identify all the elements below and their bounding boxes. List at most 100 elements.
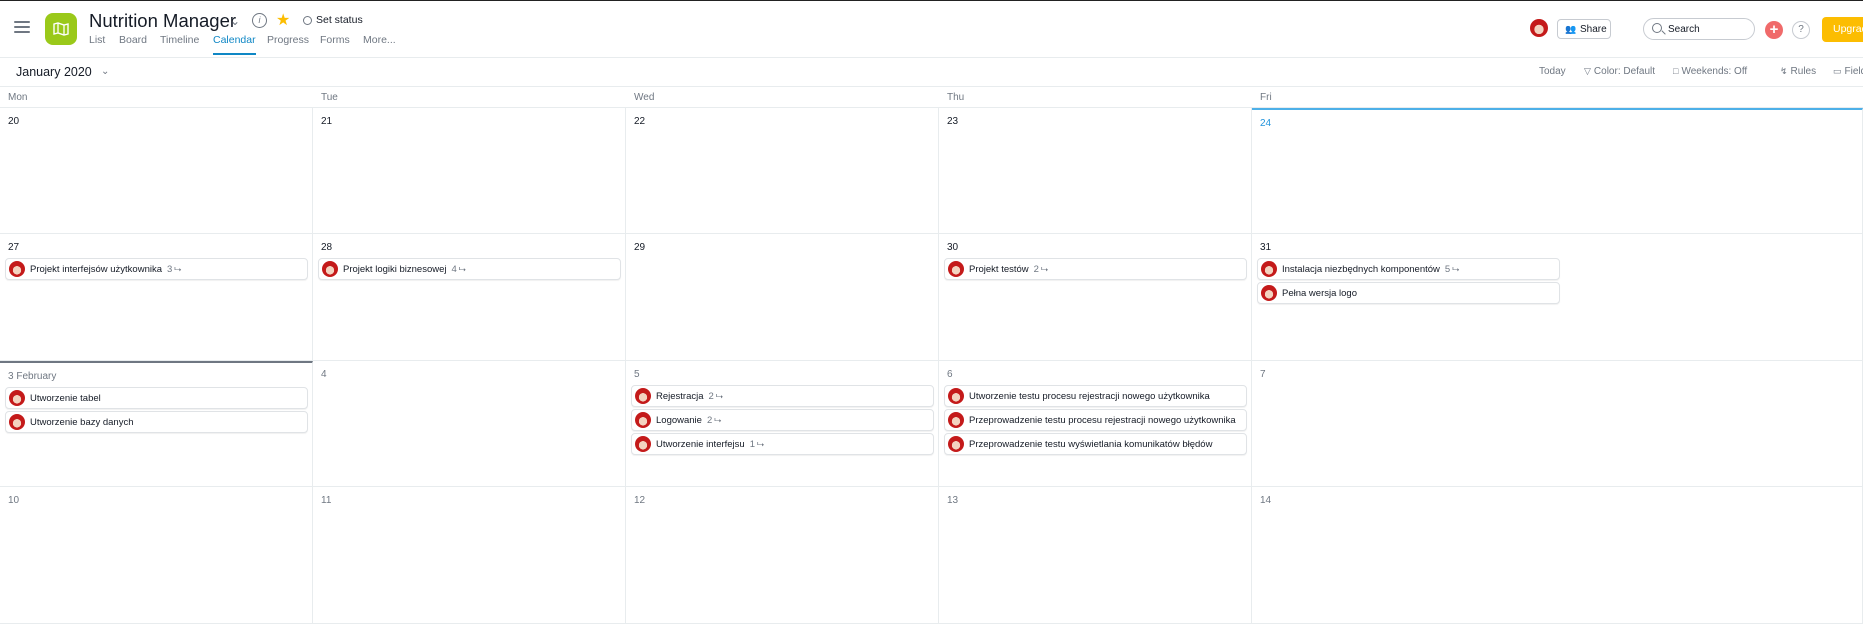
calendar-day-cell[interactable]: 24	[1252, 108, 1863, 234]
day-number: 31	[1260, 242, 1272, 253]
task-name: Utworzenie tabel	[30, 393, 101, 404]
calendar-day-cell[interactable]: 31 Instalacja niezbędnych komponentów 5 ⮡ Pe…	[1252, 234, 1863, 361]
avatar[interactable]	[948, 261, 964, 277]
task-card[interactable]: Pełna wersja logo	[1257, 282, 1560, 304]
avatar[interactable]	[1261, 285, 1277, 301]
hamburger-icon[interactable]	[14, 21, 30, 33]
avatar[interactable]	[9, 261, 25, 277]
task-card[interactable]: Projekt testów 2 ⮡	[944, 258, 1247, 280]
calendar-day-cell[interactable]: 30 Projekt testów 2 ⮡	[939, 234, 1252, 361]
calendar-day-cell[interactable]: 6 Utworzenie testu procesu rejestracji no…	[939, 361, 1252, 487]
tab-forms[interactable]: Forms	[320, 34, 350, 54]
calendar-day-cell[interactable]: 3 February Utworzenie tabel Utworzenie baz…	[0, 361, 313, 487]
avatar[interactable]	[1261, 261, 1277, 277]
map-icon	[53, 22, 69, 36]
day-number: 7	[1260, 369, 1266, 380]
task-card[interactable]: Utworzenie bazy danych	[5, 411, 308, 433]
task-card[interactable]: Utworzenie testu procesu rejestracji now…	[944, 385, 1247, 407]
task-card[interactable]: Utworzenie interfejsu 1 ⮡	[631, 433, 934, 455]
task-card[interactable]: Przeprowadzenie testu procesu rejestracj…	[944, 409, 1247, 431]
task-title: Utworzenie tabel	[30, 393, 101, 404]
upgrade-button[interactable]: Upgrade	[1822, 17, 1863, 42]
calendar-day-cell[interactable]: 4	[313, 361, 626, 487]
day-number: 20	[8, 116, 20, 127]
calendar-day-cell[interactable]: 14	[1252, 487, 1863, 624]
tab-calendar[interactable]: Calendar	[213, 34, 256, 55]
task-card[interactable]: Przeprowadzenie testu wyświetlania komun…	[944, 433, 1247, 455]
info-icon[interactable]: i	[252, 13, 267, 28]
calendar-day-cell[interactable]: 29	[626, 234, 939, 361]
avatar[interactable]	[948, 412, 964, 428]
task-title: Utworzenie bazy danych	[30, 417, 134, 428]
set-status-link[interactable]: Set status	[316, 14, 363, 26]
avatar[interactable]	[635, 436, 651, 452]
calendar-day-cell[interactable]: 23	[939, 108, 1252, 234]
rules-button[interactable]: ↯ Rules	[1780, 66, 1816, 77]
day-header-label: Wed	[634, 92, 655, 103]
calendar-day-cell[interactable]: 22	[626, 108, 939, 234]
chevron-down-icon[interactable]: ⌄	[101, 66, 109, 77]
avatar[interactable]	[1530, 19, 1548, 37]
search-box[interactable]	[1643, 18, 1755, 40]
subtask-count-value: 1	[749, 439, 756, 450]
calendar-day-cell[interactable]: 11	[313, 487, 626, 624]
day-number: 14	[1260, 495, 1272, 506]
avatar[interactable]	[9, 414, 25, 430]
day-number: 22	[634, 116, 646, 127]
avatar[interactable]	[948, 436, 964, 452]
calendar-day-cell[interactable]: 27 Projekt interfejsów użytkownika 3 ⮡	[0, 234, 313, 361]
task-name: Logowanie 2 ⮡	[656, 415, 721, 426]
calendar-day-cell[interactable]: 7	[1252, 361, 1863, 487]
calendar-day-cell[interactable]: 10	[0, 487, 313, 624]
search-icon	[1652, 23, 1662, 33]
star-icon[interactable]: ★	[276, 10, 290, 30]
calendar-day-cell[interactable]: 20	[0, 108, 313, 234]
fields-button[interactable]: ▭Fields	[1833, 66, 1863, 77]
subtask-icon: ⮡	[1040, 264, 1049, 274]
task-card[interactable]: Logowanie 2 ⮡	[631, 409, 934, 431]
day-header-mon: Mon	[0, 86, 313, 108]
subtask-count: 5 ⮡	[1445, 264, 1460, 275]
tab-board[interactable]: Board	[119, 34, 147, 54]
circle-icon[interactable]	[303, 16, 312, 25]
day-number: 24	[1260, 118, 1272, 129]
today-button[interactable]: Today	[1539, 66, 1566, 77]
share-button[interactable]: 👥 Share	[1557, 19, 1611, 39]
plus-icon[interactable]: +	[1765, 21, 1783, 39]
task-card[interactable]: Projekt interfejsów użytkownika 3 ⮡	[5, 258, 308, 280]
calendar-day-cell[interactable]: 12	[626, 487, 939, 624]
question-icon[interactable]: ?	[1792, 21, 1810, 39]
subtask-count: 4 ⮡	[452, 264, 467, 275]
lightning-icon: ↯	[1780, 66, 1788, 76]
calendar-day-cell[interactable]: 21	[313, 108, 626, 234]
task-card[interactable]: Instalacja niezbędnych komponentów 5 ⮡	[1257, 258, 1560, 280]
subtask-icon: ⮡	[714, 415, 722, 425]
project-title[interactable]: Nutrition Manager	[89, 10, 236, 32]
day-number: 11	[321, 495, 332, 506]
day-number: 12	[634, 495, 646, 506]
avatar[interactable]	[948, 388, 964, 404]
subtask-count: 1 ⮡	[750, 439, 765, 450]
subtask-count: 2 ⮡	[709, 391, 724, 402]
task-card[interactable]: Projekt logiki biznesowej 4 ⮡	[318, 258, 621, 280]
avatar[interactable]	[322, 261, 338, 277]
search-input[interactable]	[1668, 22, 1748, 36]
subtask-icon: ⮡	[715, 391, 724, 401]
color-button[interactable]: ▽ Color: Default	[1584, 66, 1655, 77]
task-card[interactable]: Rejestracja 2 ⮡	[631, 385, 934, 407]
avatar[interactable]	[9, 390, 25, 406]
calendar-day-cell[interactable]: 28 Projekt logiki biznesowej 4 ⮡	[313, 234, 626, 361]
task-card[interactable]: Utworzenie tabel	[5, 387, 308, 409]
fields-icon: ▭	[1833, 66, 1842, 76]
tab-timeline[interactable]: Timeline	[160, 34, 199, 54]
calendar-day-cell[interactable]: 5 Rejestracja 2 ⮡ Logowanie 2 ⮡ Utworzenie inte…	[626, 361, 939, 487]
chevron-down-icon[interactable]: ⌄	[230, 14, 240, 28]
tab-progress[interactable]: Progress	[267, 34, 309, 54]
calendar-day-cell[interactable]: 13	[939, 487, 1252, 624]
month-label[interactable]: January 2020	[16, 65, 92, 79]
tab-more[interactable]: More...	[363, 34, 396, 54]
avatar[interactable]	[635, 388, 651, 404]
weekends-button[interactable]: □ Weekends: Off	[1673, 66, 1747, 77]
avatar[interactable]	[635, 412, 651, 428]
tab-list[interactable]: List	[89, 34, 105, 54]
